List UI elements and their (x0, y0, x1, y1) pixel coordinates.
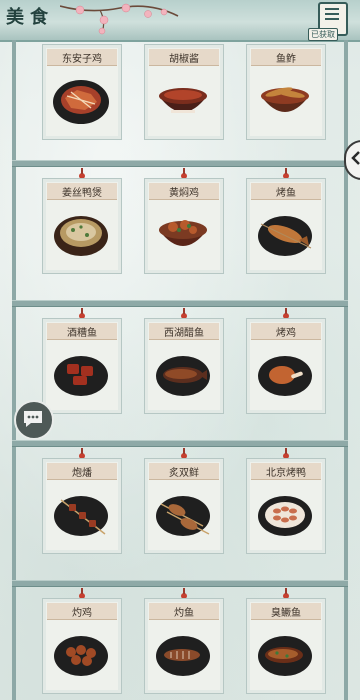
name-plate: 灼鱼 (149, 603, 219, 620)
collection-book-button[interactable]: 已获取 (308, 2, 348, 41)
hanger (285, 448, 287, 454)
dish-name: 北京烤鸭 (266, 468, 306, 479)
grilled-fish-icon (258, 216, 312, 256)
dish-card[interactable]: 东安子鸡 (42, 44, 122, 140)
duck-pot-icon (54, 216, 108, 256)
dish-name: 酒糟鱼 (67, 328, 97, 339)
chat-button[interactable] (14, 400, 54, 440)
dish-card[interactable]: 西湖醋鱼 (144, 308, 224, 414)
dish-card[interactable]: 灼鱼 (144, 588, 224, 694)
dish-card[interactable]: 鱼鲊 (246, 44, 326, 140)
hanger (285, 308, 287, 314)
hanger (183, 308, 185, 314)
page-title: 美食 (6, 7, 54, 28)
frame-left-post (12, 40, 16, 700)
skewer-icon (54, 496, 108, 536)
blossom-decoration (60, 0, 180, 40)
dish-card[interactable]: 炮燔 (42, 448, 122, 554)
name-plate: 姜丝鸭煲 (47, 183, 117, 200)
dish-card[interactable]: 黄焖鸡 (144, 168, 224, 274)
name-plate: 烤鸡 (251, 323, 321, 340)
chicken-plate-icon (53, 80, 109, 124)
dish-card[interactable]: 烤鱼 (246, 168, 326, 274)
roast-chicken-icon (258, 356, 312, 396)
dish-name: 炮燔 (72, 468, 92, 479)
hanger (81, 588, 83, 594)
wine-fish-icon (54, 356, 108, 396)
hanger (183, 588, 185, 594)
frame-right-post (344, 40, 348, 700)
chevron-left-icon (351, 151, 360, 165)
shelf-2 (12, 300, 348, 307)
shelf-4 (12, 580, 348, 587)
hanger (81, 448, 83, 454)
stinky-mandarin-fish-icon (258, 636, 312, 676)
pepper-sauce-bowl-icon (159, 88, 207, 113)
book-icon (325, 8, 339, 20)
peking-duck-icon (258, 496, 312, 536)
double-skewer-icon (156, 496, 210, 536)
name-plate: 炙双鲜 (149, 463, 219, 480)
dish-name: 臭鳜鱼 (271, 608, 301, 619)
shelf-3 (12, 440, 348, 447)
boiled-fish-icon (156, 636, 210, 676)
dish-card[interactable]: 臭鳜鱼 (246, 588, 326, 694)
name-plate: 胡椒酱 (149, 49, 219, 66)
hanger (81, 168, 83, 174)
name-plate: 烤鱼 (251, 183, 321, 200)
dish-name: 胡椒酱 (169, 54, 199, 65)
hanger (285, 168, 287, 174)
top-bar: 美食 已获取 (0, 0, 360, 42)
dish-name: 鱼鲊 (276, 54, 296, 65)
dish-name: 烤鸡 (276, 328, 296, 339)
name-plate: 东安子鸡 (47, 49, 117, 66)
name-plate: 炮燔 (47, 463, 117, 480)
name-plate: 北京烤鸭 (251, 463, 321, 480)
name-plate: 灼鸡 (47, 603, 117, 620)
dish-name: 东安子鸡 (62, 54, 102, 65)
dish-name: 烤鱼 (276, 188, 296, 199)
name-plate: 西湖醋鱼 (149, 323, 219, 340)
hanger (183, 168, 185, 174)
fish-bowl-icon (261, 87, 309, 112)
dish-name: 灼鸡 (72, 608, 92, 619)
collection-tag: 已获取 (308, 28, 338, 41)
dish-card[interactable]: 炙双鲜 (144, 448, 224, 554)
vinegar-fish-icon (156, 356, 210, 396)
dish-card[interactable]: 烤鸡 (246, 308, 326, 414)
boiled-chicken-icon (54, 636, 108, 676)
name-plate: 臭鳜鱼 (251, 603, 321, 620)
hanger (183, 448, 185, 454)
dish-name: 西湖醋鱼 (164, 328, 204, 339)
braised-chicken-bowl-icon (159, 220, 207, 246)
dish-card[interactable]: 姜丝鸭煲 (42, 168, 122, 274)
hanger (81, 308, 83, 314)
chat-bubble-icon (24, 411, 42, 427)
shelf-1 (12, 160, 348, 167)
name-plate: 鱼鲊 (251, 49, 321, 66)
dish-name: 姜丝鸭煲 (62, 188, 102, 199)
dish-card[interactable]: 酒糟鱼 (42, 308, 122, 414)
dish-name: 炙双鲜 (169, 468, 199, 479)
name-plate: 黄焖鸡 (149, 183, 219, 200)
dish-card[interactable]: 北京烤鸭 (246, 448, 326, 554)
dish-name: 黄焖鸡 (169, 188, 199, 199)
dish-name: 灼鱼 (174, 608, 194, 619)
dish-card[interactable]: 灼鸡 (42, 588, 122, 694)
name-plate: 酒糟鱼 (47, 323, 117, 340)
hanger (285, 588, 287, 594)
dish-card[interactable]: 胡椒酱 (144, 44, 224, 140)
